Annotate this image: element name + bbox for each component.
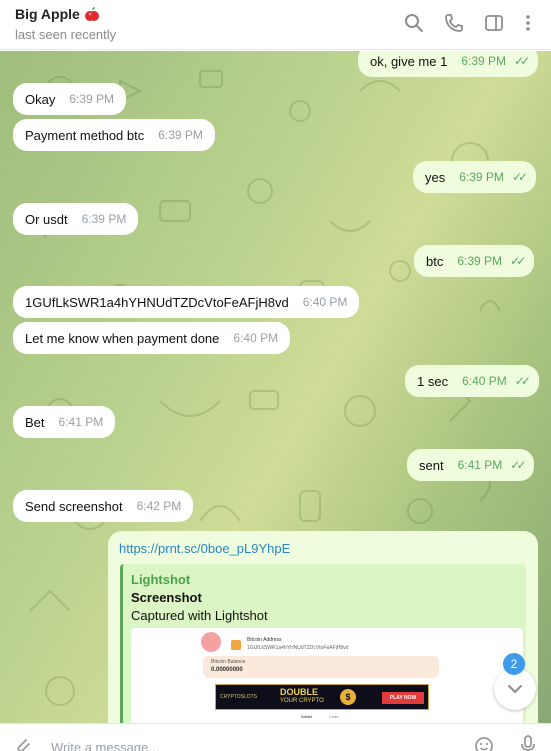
ad-subtitle: YOUR CRYPTO bbox=[280, 698, 324, 704]
message-time: 6:39 PM bbox=[69, 92, 115, 106]
message-time: 6:42 PM bbox=[136, 499, 182, 513]
message-text: Let me know when payment done bbox=[25, 330, 220, 346]
message-text: 1GUfLkSWR1a4hYHNUdTZDcVtoFeAFjH8vd bbox=[25, 294, 289, 310]
message-outgoing[interactable]: btc 6:39 PM ✓✓ bbox=[414, 245, 535, 277]
message-incoming[interactable]: Or usdt 6:39 PM bbox=[13, 203, 139, 235]
message-incoming[interactable]: 1GUfLkSWR1a4hYHNUdTZDcVtoFeAFjH8vd 6:40 … bbox=[13, 286, 360, 318]
message-text: Bet bbox=[25, 414, 45, 430]
message-outgoing[interactable]: yes 6:39 PM ✓✓ bbox=[413, 161, 537, 193]
message-text: btc bbox=[426, 253, 444, 269]
ad-cta: PLAY NOW bbox=[382, 692, 424, 704]
message-text: Send screenshot bbox=[25, 498, 123, 514]
red-apple-emoji-icon bbox=[84, 6, 100, 22]
preview-avatar bbox=[201, 632, 221, 652]
link-preview-description: Captured with Lightshot bbox=[131, 608, 268, 623]
preview-address-value: 1GUfLkSWR1a4hYHNUdTZDcVtoFeAFjH8vd bbox=[247, 645, 349, 651]
sidebar-toggle-icon[interactable] bbox=[484, 13, 504, 33]
bitcoin-icon bbox=[231, 640, 241, 650]
read-checkmarks-icon: ✓✓ bbox=[511, 170, 528, 184]
ad-brand: CRYPTOSLOTS bbox=[220, 694, 258, 700]
chat-area[interactable]: ok, give me 1 6:39 PM ✓✓ Okay 6:39 PM Pa… bbox=[0, 51, 551, 723]
message-time: 6:40 PM bbox=[302, 295, 348, 309]
message-outgoing-link[interactable]: https://prnt.sc/0boe_pL9YhpE Lightshot S… bbox=[108, 531, 538, 723]
chevron-down-icon bbox=[508, 685, 522, 693]
last-seen-status: last seen recently bbox=[15, 27, 117, 42]
phone-icon[interactable] bbox=[444, 13, 464, 33]
microphone-icon[interactable] bbox=[518, 734, 538, 751]
link-preview-image[interactable]: Bitcoin Address 1GUfLkSWR1a4hYHNUdTZDcVt… bbox=[131, 628, 523, 723]
more-vertical-icon[interactable] bbox=[518, 13, 538, 33]
unread-count-badge: 2 bbox=[503, 653, 525, 675]
preview-address-label: Bitcoin Address bbox=[247, 637, 282, 643]
read-checkmarks-icon: ✓✓ bbox=[510, 254, 526, 268]
chat-title[interactable]: Big Apple bbox=[15, 6, 100, 22]
dollar-coin-icon: $ bbox=[340, 689, 356, 705]
message-text: sent bbox=[419, 457, 444, 473]
link-preview-site: Lightshot bbox=[131, 572, 191, 587]
contact-name[interactable]: Big Apple bbox=[15, 6, 80, 22]
message-text: Payment method btc bbox=[25, 127, 145, 143]
search-icon[interactable] bbox=[404, 13, 424, 33]
message-text: Or usdt bbox=[25, 211, 68, 227]
message-incoming[interactable]: Bet 6:41 PM bbox=[13, 406, 116, 438]
preview-balance-label: Bitcoin Balance bbox=[211, 659, 246, 665]
message-outgoing[interactable]: ok, give me 1 6:39 PM ✓✓ bbox=[358, 51, 539, 77]
preview-tab-chart: Chart bbox=[329, 714, 339, 719]
message-time: 6:39 PM bbox=[158, 128, 203, 142]
link-preview-card[interactable]: Lightshot Screenshot Captured with Light… bbox=[120, 564, 526, 723]
message-text: yes bbox=[425, 169, 446, 185]
message-time: 6:40 PM bbox=[462, 374, 507, 388]
message-time: 6:39 PM bbox=[459, 170, 504, 184]
message-incoming[interactable]: Okay 6:39 PM bbox=[13, 83, 127, 115]
message-incoming[interactable]: Let me know when payment done 6:40 PM bbox=[13, 322, 291, 354]
message-link[interactable]: https://prnt.sc/0boe_pL9YhpE bbox=[119, 541, 290, 556]
message-time: 6:41 PM bbox=[58, 415, 104, 429]
message-text: ok, give me 1 bbox=[370, 53, 448, 69]
message-composer bbox=[0, 723, 551, 751]
read-checkmarks-icon: ✓✓ bbox=[510, 458, 526, 472]
link-preview-title: Screenshot bbox=[131, 590, 202, 605]
message-time: 6:39 PM bbox=[461, 54, 507, 68]
crypto-ad-banner: CRYPTOSLOTS DOUBLE YOUR CRYPTO $ PLAY NO… bbox=[215, 684, 429, 710]
read-checkmarks-icon: ✓✓ bbox=[514, 374, 531, 388]
message-time: 6:41 PM bbox=[457, 458, 503, 472]
message-text: 1 sec bbox=[417, 373, 449, 389]
ad-title: DOUBLE bbox=[280, 687, 318, 697]
preview-address-row: Bitcoin Address 1GUfLkSWR1a4hYHNUdTZDcVt… bbox=[201, 632, 441, 658]
chat-header: Big Apple last seen recently bbox=[0, 0, 551, 50]
read-checkmarks-icon: ✓✓ bbox=[514, 54, 530, 68]
emoji-icon[interactable] bbox=[474, 736, 494, 751]
message-incoming[interactable]: Send screenshot 6:42 PM bbox=[13, 490, 194, 522]
message-time: 6:39 PM bbox=[457, 254, 503, 268]
message-time: 6:39 PM bbox=[81, 212, 127, 226]
preview-balance-card: Bitcoin Balance 0.00000000 bbox=[203, 656, 439, 678]
message-outgoing[interactable]: 1 sec 6:40 PM ✓✓ bbox=[405, 365, 539, 397]
preview-balance-value: 0.00000000 bbox=[211, 667, 243, 673]
message-incoming[interactable]: Payment method btc 6:39 PM bbox=[13, 119, 215, 151]
message-text: Okay bbox=[25, 91, 56, 107]
preview-tab-wallet: Wallet bbox=[301, 714, 312, 719]
message-time: 6:40 PM bbox=[233, 331, 279, 345]
message-outgoing[interactable]: sent 6:41 PM ✓✓ bbox=[407, 449, 535, 481]
message-input[interactable] bbox=[51, 738, 431, 751]
paperclip-icon[interactable] bbox=[12, 734, 32, 751]
